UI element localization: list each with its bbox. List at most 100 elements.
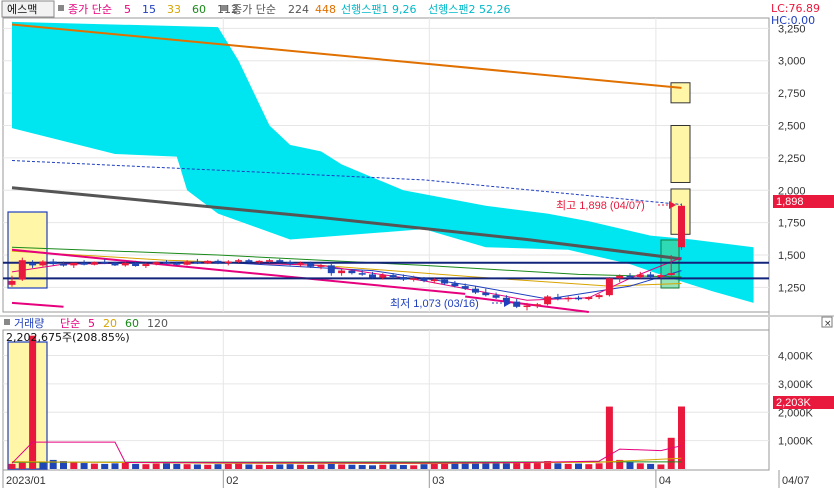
volume-legend-label: 거래량 — [14, 317, 44, 330]
candle-body — [554, 297, 562, 300]
candle-body — [49, 261, 57, 265]
candle-body — [60, 264, 67, 266]
candle-body — [255, 260, 263, 263]
volume-bar — [575, 463, 582, 469]
price-axis-labels: 3,2503,0002,7502,5002,2502,0001,7501,500… — [778, 23, 806, 294]
volume-bar — [142, 464, 150, 469]
volume-bar — [80, 463, 88, 469]
candle-body — [399, 277, 407, 280]
candle-body — [348, 270, 356, 274]
candle-body — [296, 262, 304, 265]
candle-body — [142, 264, 150, 267]
ma-legend-marker-icon — [58, 5, 64, 11]
candle-body — [513, 301, 521, 307]
volume-bar — [173, 463, 181, 469]
date-axis-labels: 2023/01 02 03 04 04/07 — [2, 470, 810, 488]
candle-body — [667, 273, 675, 276]
candle-body — [204, 260, 212, 264]
volume-bar — [101, 463, 109, 469]
volume-bar — [513, 462, 521, 469]
projection-box — [670, 82, 691, 104]
close-icon[interactable]: × — [824, 319, 832, 329]
candle-body — [595, 295, 603, 298]
volume-bar — [410, 465, 418, 469]
candle-body — [492, 295, 500, 298]
volume-bar — [204, 464, 212, 469]
volume-bar — [595, 463, 603, 469]
volume-bar — [152, 463, 160, 469]
volume-bar — [121, 462, 129, 469]
volume-ma-label: 단순 — [60, 317, 80, 330]
volume-bar — [647, 463, 655, 469]
candle-body — [163, 262, 170, 264]
candle-body — [544, 296, 552, 305]
volume-bar — [482, 463, 490, 469]
candle-body — [657, 275, 665, 278]
candle-body — [173, 262, 181, 265]
volume-bar — [224, 463, 232, 469]
volume-bar — [111, 463, 119, 469]
price-tick-label: 2,250 — [778, 153, 806, 165]
ma-legend-periods: 5 15 33 60 112 — [124, 3, 238, 16]
candle-body — [678, 205, 685, 248]
volume-tick-label: 1,000K — [778, 436, 814, 448]
volume-bar — [49, 459, 57, 469]
low-annotation: 최저 1,073 (03/16) — [390, 297, 479, 310]
candle-body — [235, 260, 243, 262]
date-tick-label: 03 — [432, 475, 444, 487]
candle-body — [585, 297, 593, 300]
price-tick-label: 2,500 — [778, 120, 806, 132]
candle-body — [482, 292, 490, 296]
candle-body — [472, 288, 479, 293]
candle-body — [533, 304, 541, 306]
candle-body — [410, 278, 418, 280]
ma2-legend-label: 종가 단순 — [232, 3, 276, 16]
ma2-legend-marker-icon — [221, 5, 227, 11]
volume-legend-marker-icon — [4, 319, 10, 325]
stock-name[interactable]: 에스맥 — [7, 3, 37, 16]
volume-bar — [70, 461, 78, 469]
span2-legend: 선행스팬2 52,26 — [428, 3, 510, 16]
volume-tick-label: 4,000K — [778, 351, 814, 363]
candle-body — [80, 262, 88, 265]
candle-body — [647, 274, 655, 278]
volume-bar — [183, 464, 191, 469]
candle-body — [121, 262, 129, 266]
volume-tick-label: 3,000K — [778, 379, 814, 391]
candle-body — [132, 262, 140, 267]
candle-body — [636, 274, 644, 278]
date-tick-label: 04 — [659, 475, 671, 487]
volume-bar — [214, 464, 222, 469]
volume-bar — [193, 464, 201, 469]
candle-body — [224, 261, 232, 263]
candle-body — [29, 262, 37, 266]
ma-period-label: 5 — [124, 3, 131, 16]
candle-body — [18, 260, 26, 280]
candle-body — [626, 275, 634, 278]
candle-body — [461, 286, 469, 289]
ma-period-label: 15 — [142, 3, 156, 16]
ma-period-label: 60 — [192, 3, 206, 16]
volume-bar — [18, 462, 26, 469]
volume-bar — [358, 465, 366, 469]
date-tick-label: 2023/01 — [6, 475, 46, 487]
volume-bar — [461, 463, 469, 469]
candle-body — [317, 265, 325, 267]
volume-bar — [379, 464, 387, 469]
ma2-legend-periods: 224 448 — [288, 3, 336, 16]
volume-badge-value: 2,203K — [776, 397, 812, 409]
volume-bar — [29, 335, 37, 469]
candle-body — [183, 261, 191, 265]
volume-bar — [605, 406, 613, 469]
candle-body — [245, 260, 253, 263]
trendline — [11, 301, 64, 308]
volume-bar — [163, 463, 170, 469]
candle-body — [286, 262, 294, 265]
volume-bar — [39, 461, 47, 469]
volume-bar — [276, 464, 284, 469]
candle-body — [564, 297, 572, 300]
candle-body — [266, 260, 273, 262]
candle-body — [430, 279, 438, 282]
candle-body — [616, 275, 624, 279]
volume-bar — [399, 465, 407, 469]
